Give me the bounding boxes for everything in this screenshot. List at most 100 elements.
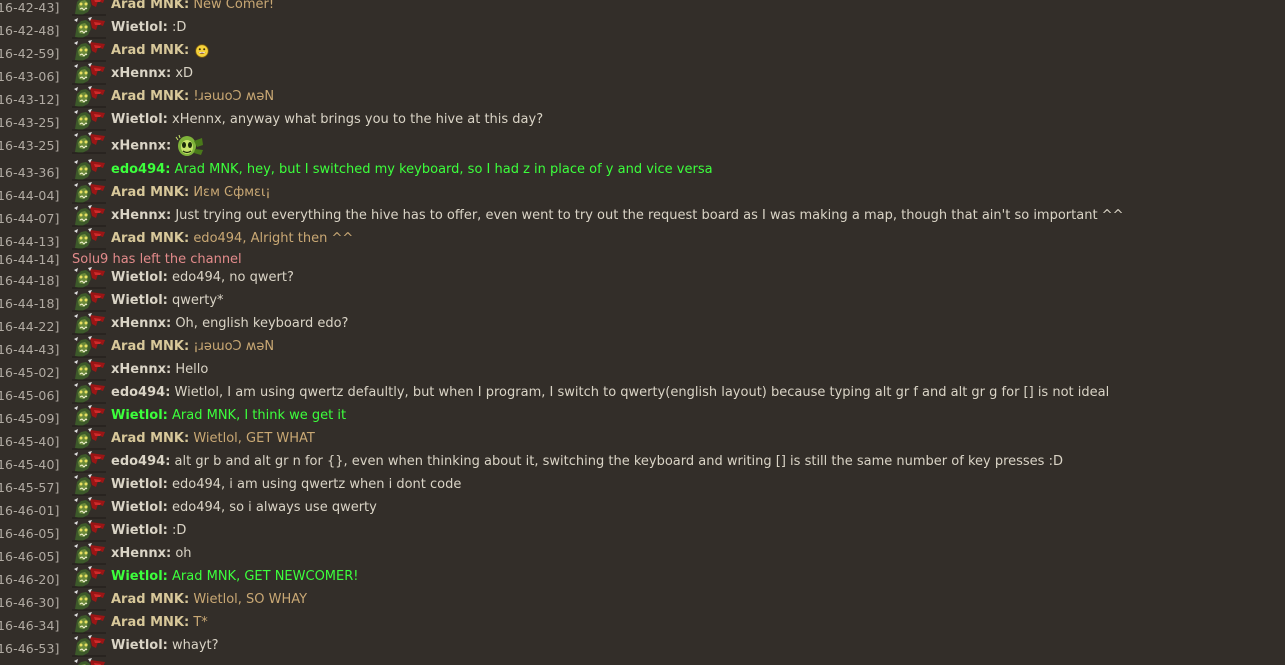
message-timestamp: 16-46-05] bbox=[0, 549, 60, 564]
user-avatar[interactable] bbox=[72, 336, 106, 358]
message-body: Arad MNK: Иεм Ͼфмει¡ bbox=[111, 185, 271, 201]
message-text: :D bbox=[172, 523, 187, 538]
message-text: New Comer! bbox=[193, 0, 275, 12]
user-avatar[interactable] bbox=[72, 182, 106, 204]
message-timestamp: 16-43-06] bbox=[0, 69, 60, 84]
user-avatar[interactable] bbox=[72, 382, 106, 404]
message-body: Wietlol: Arad MNK, GET NEWCOMER! bbox=[111, 569, 358, 585]
message-body: Wietlol: :D bbox=[111, 523, 186, 539]
user-avatar[interactable] bbox=[72, 589, 106, 611]
sender-name[interactable]: Wietlol: bbox=[111, 477, 168, 492]
message-body: edo494: Arad MNK, hey, but I switched my… bbox=[111, 162, 713, 178]
sender-name[interactable]: edo494: bbox=[111, 454, 170, 469]
message-text: xD bbox=[175, 66, 194, 81]
sender-name[interactable]: Arad MNK: bbox=[111, 185, 189, 200]
message-body: Arad MNK: T* bbox=[111, 615, 208, 631]
user-avatar[interactable] bbox=[72, 497, 106, 519]
user-avatar[interactable] bbox=[72, 658, 106, 665]
user-avatar[interactable] bbox=[72, 290, 106, 312]
message-timestamp: 16-45-57] bbox=[0, 480, 60, 495]
message-timestamp: 16-42-48] bbox=[0, 23, 60, 38]
sender-name[interactable]: xHennx: bbox=[111, 316, 171, 331]
message-timestamp: 16-46-53] bbox=[0, 641, 60, 656]
user-avatar[interactable] bbox=[72, 109, 106, 131]
sender-name[interactable]: Arad MNK: bbox=[111, 615, 189, 630]
message-timestamp: 16-44-13] bbox=[0, 234, 60, 249]
smiley-icon bbox=[193, 43, 210, 58]
user-avatar[interactable] bbox=[72, 86, 106, 108]
message-text: Oh, english keyboard edo? bbox=[175, 316, 349, 331]
message-body: Arad MNK: !ɹǝɯoƆ ʍǝN bbox=[111, 89, 274, 105]
sender-name[interactable]: Arad MNK: bbox=[111, 89, 189, 104]
user-avatar[interactable] bbox=[72, 313, 106, 335]
sender-name[interactable]: Wietlol: bbox=[111, 500, 168, 515]
user-avatar[interactable] bbox=[72, 0, 106, 16]
sender-name[interactable]: edo494: bbox=[111, 162, 170, 177]
user-avatar[interactable] bbox=[72, 635, 106, 657]
message-timestamp: 16-44-22] bbox=[0, 319, 60, 334]
user-avatar[interactable] bbox=[72, 543, 106, 565]
message-timestamp: 16-44-04] bbox=[0, 188, 60, 203]
chat-log[interactable]: 16-42-43] Arad MNK: New Comer! 16-42-48] … bbox=[0, 0, 1285, 665]
sender-name[interactable]: Arad MNK: bbox=[111, 231, 189, 246]
message-timestamp: 16-42-43] bbox=[0, 0, 60, 15]
message-timestamp: 16-44-07] bbox=[0, 211, 60, 226]
user-avatar[interactable] bbox=[72, 228, 106, 250]
user-avatar[interactable] bbox=[72, 428, 106, 450]
user-avatar[interactable] bbox=[72, 451, 106, 473]
sender-name[interactable]: Arad MNK: bbox=[111, 592, 189, 607]
sender-name[interactable]: xHennx: bbox=[111, 208, 171, 223]
message-text: Arad MNK, hey, but I switched my keyboar… bbox=[174, 162, 713, 177]
user-avatar[interactable] bbox=[72, 612, 106, 634]
sender-name[interactable]: Arad MNK: bbox=[111, 431, 189, 446]
user-avatar[interactable] bbox=[72, 63, 106, 85]
message-timestamp: 16-45-09] bbox=[0, 411, 60, 426]
sender-name[interactable]: Wietlol: bbox=[111, 638, 168, 653]
user-avatar[interactable] bbox=[72, 474, 106, 496]
message-body: Arad MNK: ¡ɹǝɯoƆ ʍǝN bbox=[111, 339, 274, 355]
sender-name[interactable]: Wietlol: bbox=[111, 293, 168, 308]
user-avatar[interactable] bbox=[72, 566, 106, 588]
sender-name[interactable]: xHennx: bbox=[111, 66, 171, 81]
message-timestamp: 16-44-43] bbox=[0, 342, 60, 357]
sender-name[interactable]: Arad MNK: bbox=[111, 43, 189, 58]
message-body: xHennx: Oh, english keyboard edo? bbox=[111, 316, 348, 332]
sender-name[interactable]: Wietlol: bbox=[111, 523, 168, 538]
user-avatar[interactable] bbox=[72, 159, 106, 181]
message-body: edo494: Wietlol, I am using qwertz defau… bbox=[111, 385, 1109, 401]
sender-name[interactable]: Arad MNK: bbox=[111, 339, 189, 354]
message-timestamp: 16-46-30] bbox=[0, 595, 60, 610]
message-text: T* bbox=[193, 615, 208, 630]
system-message-text: Solu9 has left the channel bbox=[72, 252, 242, 267]
message-text: xHennx, anyway what brings you to the hi… bbox=[172, 112, 544, 127]
user-avatar[interactable] bbox=[72, 405, 106, 427]
sender-name[interactable]: Wietlol: bbox=[111, 112, 168, 127]
sender-name[interactable]: Wietlol: bbox=[111, 569, 168, 584]
message-body: Wietlol: xHennx, anyway what brings you … bbox=[111, 112, 543, 128]
user-avatar[interactable] bbox=[72, 205, 106, 227]
sender-name[interactable]: Wietlol: bbox=[111, 20, 168, 35]
sender-name[interactable]: Wietlol: bbox=[111, 408, 168, 423]
message-body: xHennx: Hello bbox=[111, 362, 208, 378]
message-timestamp: 16-44-18] bbox=[0, 273, 60, 288]
message-text: Just trying out everything the hive has … bbox=[175, 208, 1124, 223]
message-timestamp: 16-46-05] bbox=[0, 526, 60, 541]
user-avatar[interactable] bbox=[72, 520, 106, 542]
sender-name[interactable]: edo494: bbox=[111, 385, 170, 400]
message-text: Arad MNK, I think we get it bbox=[172, 408, 347, 423]
sender-name[interactable]: xHennx: bbox=[111, 546, 171, 561]
user-avatar[interactable] bbox=[72, 132, 106, 154]
sender-name[interactable]: Arad MNK: bbox=[111, 0, 189, 12]
sender-name[interactable]: xHennx: bbox=[111, 139, 171, 154]
sender-name[interactable]: Wietlol: bbox=[111, 270, 168, 285]
user-avatar[interactable] bbox=[72, 359, 106, 381]
message-text: Wietlol, I am using qwertz defaultly, bu… bbox=[174, 385, 1110, 400]
message-text: Иεм Ͼфмει¡ bbox=[193, 185, 271, 200]
user-avatar[interactable] bbox=[72, 40, 106, 62]
user-avatar[interactable] bbox=[72, 17, 106, 39]
message-body: Arad MNK: edo494, Alright then ^^ bbox=[111, 231, 353, 247]
message-body: edo494: alt gr b and alt gr n for {}, ev… bbox=[111, 454, 1063, 470]
message-text: edo494, so i always use qwerty bbox=[172, 500, 377, 515]
user-avatar[interactable] bbox=[72, 267, 106, 289]
sender-name[interactable]: xHennx: bbox=[111, 362, 171, 377]
